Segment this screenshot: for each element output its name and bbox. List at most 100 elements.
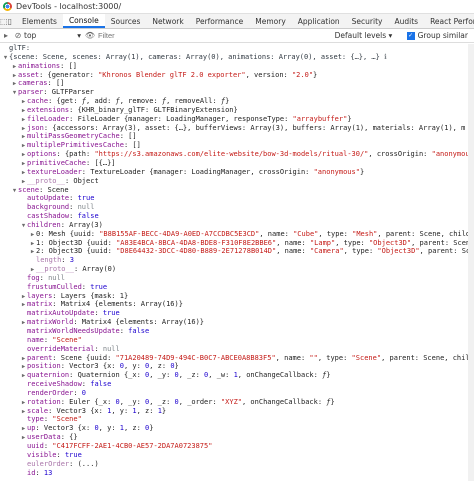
tab-network[interactable]: Network — [146, 14, 189, 28]
collapsed-triangle-icon[interactable]: ▶ — [20, 434, 27, 442]
collapsed-triangle-icon[interactable]: ▶ — [11, 72, 18, 80]
console-line[interactable]: name: "Scene" — [0, 336, 474, 345]
console-line[interactable]: ▶ cameras: [] — [0, 79, 474, 88]
collapsed-triangle-icon[interactable]: ▶ — [11, 80, 18, 88]
tab-memory[interactable]: Memory — [249, 14, 292, 28]
expanded-triangle-icon[interactable]: ▼ — [2, 54, 9, 62]
console-line[interactable]: length: 3 — [0, 256, 474, 265]
console-line[interactable]: ▶ up: Vector3 {x: 0, y: 1, z: 0} — [0, 424, 474, 433]
collapsed-triangle-icon[interactable]: ▶ — [29, 240, 36, 248]
console-line[interactable]: glTF: — [0, 44, 474, 53]
collapsed-triangle-icon[interactable]: ▶ — [20, 133, 27, 141]
console-line[interactable]: ▼ scene: Scene — [0, 186, 474, 195]
console-line[interactable]: ▶ position: Vector3 {x: 0, y: 0, z: 0} — [0, 362, 474, 371]
console-line[interactable]: ▶ rotation: Euler {_x: 0, _y: 0, _z: 0, _… — [0, 398, 474, 407]
collapsed-triangle-icon[interactable]: ▶ — [20, 178, 27, 186]
collapsed-triangle-icon[interactable]: ▶ — [20, 363, 27, 371]
console-line[interactable]: ▶ options: {path: "https://s3.amazonaws.c… — [0, 150, 474, 159]
console-line[interactable]: ▶ asset: {generator: "Khronos Blender glT… — [0, 71, 474, 80]
console-line[interactable]: ▶ extensions: {KHR_binary_glTF: GLTFBinar… — [0, 106, 474, 115]
console-line[interactable]: fog: null — [0, 274, 474, 283]
expanded-triangle-icon[interactable]: ▼ — [11, 89, 18, 97]
sidebar-toggle-icon[interactable]: ▸ — [0, 31, 12, 40]
collapsed-triangle-icon[interactable]: ▶ — [20, 116, 27, 124]
tab-application[interactable]: Application — [292, 14, 346, 28]
console-line[interactable]: ▶ layers: Layers {mask: 1} — [0, 292, 474, 301]
collapsed-triangle-icon[interactable]: ▶ — [20, 160, 27, 168]
collapsed-triangle-icon[interactable]: ▶ — [20, 125, 27, 133]
collapsed-triangle-icon[interactable]: ▶ — [20, 319, 27, 327]
filter-input[interactable] — [96, 30, 335, 41]
console-line[interactable]: ▶ userData: {} — [0, 433, 474, 442]
console-line[interactable]: ▶ __proto__: Array(0) — [0, 265, 474, 274]
console-line[interactable]: ▶ 0: Mesh {uuid: "B8B155AF-BECC-4DA9-A0ED… — [0, 230, 474, 239]
console-line[interactable]: uuid: "C417FCFF-2AE1-4CB0-AE57-2DA7A0723… — [0, 442, 474, 451]
collapsed-triangle-icon[interactable]: ▶ — [20, 408, 27, 416]
collapsed-triangle-icon[interactable]: ▶ — [20, 301, 27, 309]
console-line[interactable]: castShadow: false — [0, 212, 474, 221]
console-line[interactable]: ▶ multiplePrimitivesCache: [] — [0, 141, 474, 150]
console-line[interactable]: ▶ multiPassGeometryCache: [] — [0, 132, 474, 141]
collapsed-triangle-icon[interactable]: ▶ — [20, 169, 27, 177]
collapsed-triangle-icon[interactable]: ▶ — [29, 231, 36, 239]
console-line[interactable]: renderOrder: 0 — [0, 389, 474, 398]
tab-performance[interactable]: Performance — [190, 14, 250, 28]
collapsed-triangle-icon[interactable]: ▶ — [20, 293, 27, 301]
console-line[interactable]: ▶ 2: Object3D {uuid: "D8E64432-3DCC-4D80-… — [0, 247, 474, 256]
console-line[interactable]: ▶ scale: Vector3 {x: 1, y: 1, z: 1} — [0, 407, 474, 416]
console-line[interactable]: ▶ primitiveCache: [{…}] — [0, 159, 474, 168]
tab-audits[interactable]: Audits — [388, 14, 424, 28]
console-line[interactable]: autoUpdate: true — [0, 194, 474, 203]
console-line[interactable]: ▶ __proto__: Object — [0, 177, 474, 186]
collapsed-triangle-icon[interactable]: ▶ — [20, 142, 27, 150]
console-line[interactable]: ▶ fileLoader: FileLoader {manager: Loadin… — [0, 115, 474, 124]
collapsed-triangle-icon[interactable]: ▶ — [20, 372, 27, 380]
live-expression-eye-icon[interactable]: 👁 — [84, 31, 96, 40]
console-line[interactable]: ▶ animations: [] — [0, 62, 474, 71]
console-line[interactable]: overrideMaterial: null — [0, 345, 474, 354]
tab-security[interactable]: Security — [346, 14, 389, 28]
console-line[interactable]: type: "Scene" — [0, 415, 474, 424]
console-line[interactable]: background: null — [0, 203, 474, 212]
console-line[interactable]: receiveShadow: false — [0, 380, 474, 389]
console-line[interactable]: ▶ 1: Object3D {uuid: "A83E4BCA-8BCA-4DA8-… — [0, 239, 474, 248]
collapsed-triangle-icon[interactable]: ▶ — [29, 248, 36, 256]
tab-console[interactable]: Console — [62, 14, 105, 28]
console-line[interactable]: visible: true — [0, 451, 474, 460]
clear-console-icon[interactable]: ⊘ — [12, 31, 24, 40]
console-line[interactable]: frustumCulled: true — [0, 283, 474, 292]
inspect-element-icon[interactable]: ⬚ — [0, 14, 8, 28]
log-levels-dropdown[interactable]: Default levels ▾ — [335, 31, 407, 40]
collapsed-triangle-icon[interactable]: ▶ — [20, 425, 27, 433]
collapsed-triangle-icon[interactable]: ▶ — [29, 266, 36, 274]
console-line[interactable]: ▼ parser: GLTFParser — [0, 88, 474, 97]
console-line[interactable]: ▶ cache: {get: ƒ, add: ƒ, remove: ƒ, remo… — [0, 97, 474, 106]
collapsed-triangle-icon[interactable]: ▶ — [11, 63, 18, 71]
device-toolbar-icon[interactable]: ▯ — [8, 14, 12, 28]
console-line[interactable]: eulerOrder: (...) — [0, 460, 474, 469]
console-scrollbar[interactable] — [468, 44, 474, 481]
console-line[interactable]: ▶ json: {accessors: Array(3), asset: {…},… — [0, 124, 474, 133]
tab-sources[interactable]: Sources — [105, 14, 147, 28]
console-line[interactable]: ▶ textureLoader: TextureLoader {manager: … — [0, 168, 474, 177]
expanded-triangle-icon[interactable]: ▼ — [20, 222, 27, 230]
console-line[interactable]: ▶ quaternion: Quaternion {_x: 0, _y: 0, _… — [0, 371, 474, 380]
collapsed-triangle-icon[interactable]: ▶ — [20, 98, 27, 106]
console-line[interactable]: matrixWorldNeedsUpdate: false — [0, 327, 474, 336]
tab-react-performance[interactable]: React Performance — [424, 14, 474, 28]
context-selector[interactable]: top ▾ — [24, 31, 84, 40]
expanded-triangle-icon[interactable]: ▼ — [11, 187, 18, 195]
group-similar-checkbox[interactable]: ✓ Group similar — [406, 31, 474, 40]
console-line[interactable]: ▶ matrix: Matrix4 {elements: Array(16)} — [0, 300, 474, 309]
console-line[interactable]: ▶ matrixWorld: Matrix4 {elements: Array(1… — [0, 318, 474, 327]
console-line[interactable]: ▼ {scene: Scene, scenes: Array(1), camera… — [0, 53, 474, 62]
collapsed-triangle-icon[interactable]: ▶ — [20, 151, 27, 159]
console-line[interactable]: ▶ parent: Scene {uuid: "71A20489-74D9-494… — [0, 354, 474, 363]
collapsed-triangle-icon[interactable]: ▶ — [20, 107, 27, 115]
collapsed-triangle-icon[interactable]: ▶ — [20, 355, 27, 363]
console-line[interactable]: ▼ children: Array(3) — [0, 221, 474, 230]
console-output[interactable]: glTF: ▼ {scene: Scene, scenes: Array(1), c… — [0, 44, 474, 481]
console-line[interactable]: id: 13 — [0, 469, 474, 478]
tab-elements[interactable]: Elements — [16, 14, 63, 28]
collapsed-triangle-icon[interactable]: ▶ — [20, 399, 27, 407]
